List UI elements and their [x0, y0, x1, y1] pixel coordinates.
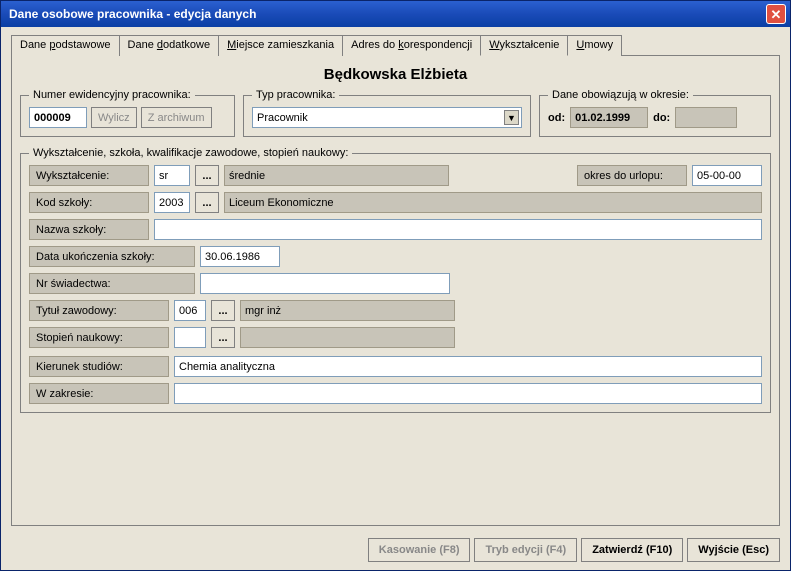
professional-title-lookup-button[interactable]: ...: [211, 300, 235, 321]
education-level-name: średnie: [224, 165, 449, 186]
certificate-number-input[interactable]: [200, 273, 450, 294]
employee-number-input[interactable]: [29, 107, 87, 128]
tab-education[interactable]: Wykształcenie: [480, 35, 568, 56]
study-major-input[interactable]: [174, 356, 762, 377]
tab-additional[interactable]: Dane dodatkowe: [119, 35, 220, 56]
tab-contracts[interactable]: Umowy: [567, 35, 622, 56]
scope-label: W zakresie:: [29, 383, 169, 404]
education-level-code-input[interactable]: [154, 165, 190, 186]
school-code-lookup-button[interactable]: ...: [195, 192, 219, 213]
fieldset-validity-period: Dane obowiązują w okresie: od: 01.02.199…: [539, 89, 771, 137]
tab-correspondence[interactable]: Adres do korespondencji: [342, 35, 481, 56]
employee-type-select[interactable]: Pracownik ▼: [252, 107, 522, 128]
academic-degree-code-input[interactable]: [174, 327, 206, 348]
window-title: Dane osobowe pracownika - edycja danych: [9, 7, 766, 21]
validity-period-legend: Dane obowiązują w okresie:: [548, 89, 693, 101]
edit-mode-button: Tryb edycji (F4): [474, 538, 577, 562]
study-major-label: Kierunek studiów:: [29, 356, 169, 377]
education-level-lookup-button[interactable]: ...: [195, 165, 219, 186]
school-code-name: Liceum Ekonomiczne: [224, 192, 762, 213]
from-archive-button: Z archiwum: [141, 107, 212, 128]
from-label: od:: [548, 112, 565, 124]
academic-degree-label: Stopień naukowy:: [29, 327, 169, 348]
fieldset-education: Wykształcenie, szkoła, kwalifikacje zawo…: [20, 147, 771, 413]
graduation-date-label: Data ukończenia szkoły:: [29, 246, 195, 267]
employee-type-legend: Typ pracownika:: [252, 89, 339, 101]
tab-basic[interactable]: Dane podstawowe: [11, 35, 120, 56]
from-date-field: 01.02.1999: [570, 107, 648, 128]
person-heading: Będkowska Elżbieta: [20, 66, 771, 83]
leave-period-input[interactable]: [692, 165, 762, 186]
academic-degree-name: [240, 327, 455, 348]
bottom-bar: Kasowanie (F8) Tryb edycji (F4) Zatwierd…: [1, 532, 790, 570]
calculate-button: Wylicz: [91, 107, 137, 128]
exit-button[interactable]: Wyjście (Esc): [687, 538, 780, 562]
scope-input[interactable]: [174, 383, 762, 404]
chevron-down-icon: ▼: [504, 110, 519, 125]
app-window: Dane osobowe pracownika - edycja danych …: [0, 0, 791, 571]
confirm-button[interactable]: Zatwierdź (F10): [581, 538, 683, 562]
professional-title-code-input[interactable]: [174, 300, 206, 321]
tab-residence[interactable]: Miejsce zamieszkania: [218, 35, 343, 56]
delete-button: Kasowanie (F8): [368, 538, 471, 562]
employee-type-value: Pracownik: [257, 112, 308, 124]
fieldset-employee-number: Numer ewidencyjny pracownika: Wylicz Z a…: [20, 89, 235, 137]
school-code-label: Kod szkoły:: [29, 192, 149, 213]
school-name-label: Nazwa szkoły:: [29, 219, 149, 240]
leave-period-label: okres do urlopu:: [577, 165, 687, 186]
professional-title-name: mgr inż: [240, 300, 455, 321]
to-label: do:: [653, 112, 670, 124]
close-icon[interactable]: ✕: [766, 4, 786, 24]
certificate-number-label: Nr świadectwa:: [29, 273, 195, 294]
professional-title-label: Tytuł zawodowy:: [29, 300, 169, 321]
school-code-input[interactable]: [154, 192, 190, 213]
to-date-field: [675, 107, 737, 128]
fieldset-employee-type: Typ pracownika: Pracownik ▼: [243, 89, 531, 137]
graduation-date-input[interactable]: [200, 246, 280, 267]
tab-bar: Dane podstawowe Dane dodatkowe Miejsce z…: [11, 35, 780, 56]
academic-degree-lookup-button[interactable]: ...: [211, 327, 235, 348]
school-name-input[interactable]: [154, 219, 762, 240]
education-level-label: Wykształcenie:: [29, 165, 149, 186]
employee-number-legend: Numer ewidencyjny pracownika:: [29, 89, 195, 101]
education-legend: Wykształcenie, szkoła, kwalifikacje zawo…: [29, 147, 352, 159]
titlebar: Dane osobowe pracownika - edycja danych …: [1, 1, 790, 27]
